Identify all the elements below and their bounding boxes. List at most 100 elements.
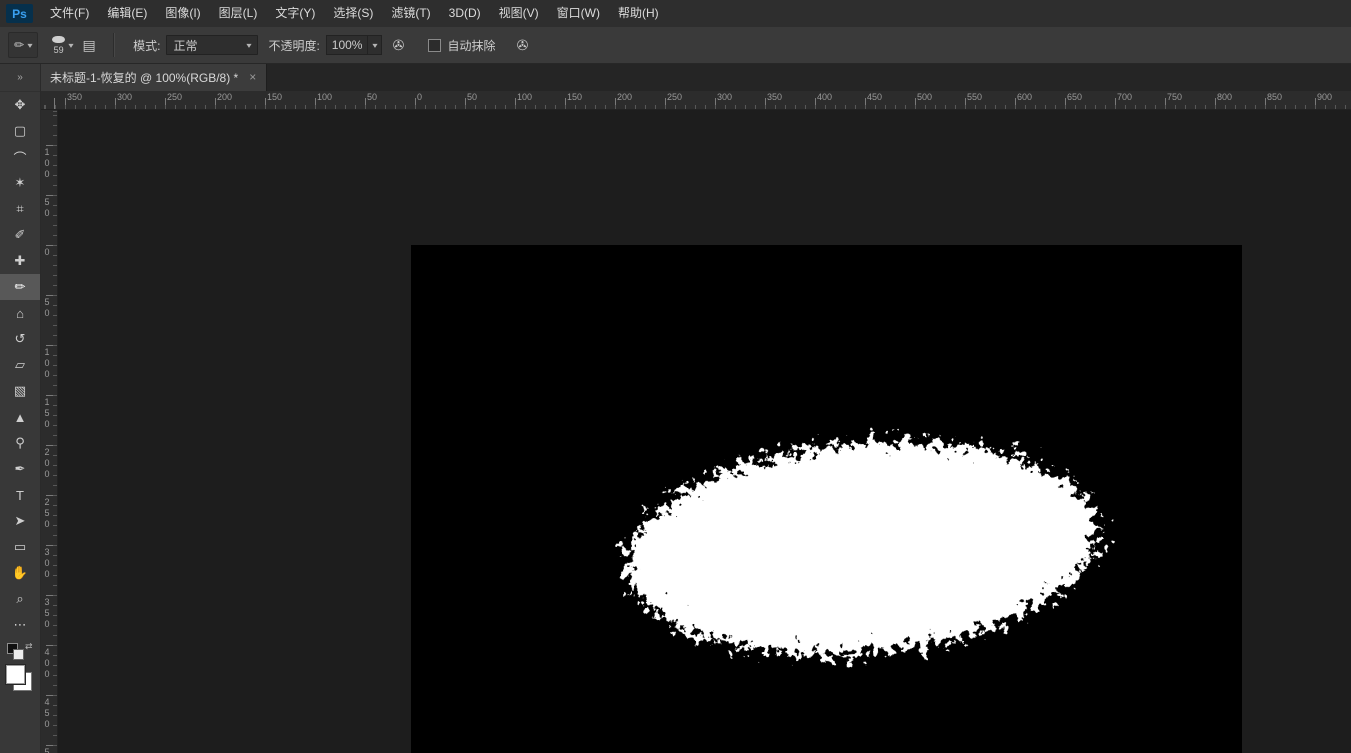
hruler-label: 250 <box>167 92 182 102</box>
menu-item[interactable]: 编辑(E) <box>98 0 156 27</box>
hruler-label: 250 <box>667 92 682 102</box>
path-selection-tool[interactable]: ➤ <box>0 508 40 534</box>
color-swatches <box>0 662 40 698</box>
swap-colors-icon[interactable]: ⇄ <box>25 641 33 652</box>
auto-erase-checkbox[interactable] <box>428 39 441 52</box>
vruler-label: 200 <box>42 447 51 480</box>
gradient-tool[interactable]: ▧ <box>0 378 40 404</box>
airbrush-button[interactable]: ✇ <box>510 33 536 57</box>
brush-preset-picker[interactable]: 59 ▾ <box>52 36 73 55</box>
marquee-tool[interactable]: ▢ <box>0 118 40 144</box>
menu-item[interactable]: 窗口(W) <box>548 0 609 27</box>
move-tool[interactable]: ✥ <box>0 92 40 118</box>
vruler-label: 250 <box>42 497 51 530</box>
blend-mode-value: 正常 <box>173 37 197 54</box>
healing-brush-tool[interactable]: ✚ <box>0 248 40 274</box>
hruler-label: 50 <box>367 92 377 102</box>
hruler-label: 0 <box>417 92 422 102</box>
auto-erase-label: 自动抹除 <box>447 37 495 54</box>
hruler-label: 200 <box>217 92 232 102</box>
menu-item[interactable]: 选择(S) <box>324 0 382 27</box>
blend-mode-select[interactable]: 正常 ▾ <box>166 35 258 55</box>
menu-item[interactable]: 视图(V) <box>490 0 548 27</box>
menu-item[interactable]: 3D(D) <box>440 0 490 27</box>
pressure-opacity-button[interactable]: ✇ <box>385 33 411 57</box>
chevron-down-icon: ▾ <box>27 41 32 50</box>
menu-item[interactable]: 文字(Y) <box>266 0 324 27</box>
vruler-label: 50 <box>42 297 51 319</box>
menu-item[interactable]: 滤镜(T) <box>382 0 439 27</box>
tools-panel: » ✥▢⌒✶⌗✐✚✏⌂↺▱▧▲⚲✒T➤▭✋⌕⋯ ⇄ <box>0 63 41 753</box>
eyedropper-tool[interactable]: ✐ <box>0 222 40 248</box>
hruler-label: 450 <box>867 92 882 102</box>
tool-preset-picker[interactable]: ✏ ▾ <box>8 32 38 58</box>
menu-item[interactable]: 文件(F) <box>41 0 98 27</box>
menu-items: 文件(F)编辑(E)图像(I)图层(L)文字(Y)选择(S)滤镜(T)3D(D)… <box>41 0 668 27</box>
edit-toolbar-button[interactable]: ⋯ <box>0 612 40 638</box>
pencil-tool-icon: ✏ <box>14 38 24 52</box>
vruler-label: 450 <box>42 697 51 730</box>
shape-tool[interactable]: ▭ <box>0 534 40 560</box>
brush-tip-icon <box>52 36 65 43</box>
separator <box>113 33 115 57</box>
vruler-label: 100 <box>42 347 51 380</box>
document-tab-bar: 未标题-1-恢复的 @ 100%(RGB/8) * × <box>40 63 1351 91</box>
menu-item[interactable]: 帮助(H) <box>609 0 668 27</box>
close-icon[interactable]: × <box>249 70 256 84</box>
tool-list: ✥▢⌒✶⌗✐✚✏⌂↺▱▧▲⚲✒T➤▭✋⌕⋯ <box>0 92 40 638</box>
hruler-label: 100 <box>517 92 532 102</box>
vruler-label: 300 <box>42 547 51 580</box>
vruler-label: 150 <box>42 397 51 430</box>
crop-tool[interactable]: ⌗ <box>0 196 40 222</box>
document-tab[interactable]: 未标题-1-恢复的 @ 100%(RGB/8) * × <box>40 63 267 91</box>
opacity-input[interactable]: 100% <box>326 35 369 55</box>
type-tool[interactable]: T <box>0 482 40 508</box>
document-canvas[interactable] <box>411 245 1242 753</box>
opacity-value: 100% <box>332 38 363 52</box>
eraser-tool[interactable]: ▱ <box>0 352 40 378</box>
canvas-viewport[interactable]: 10050050100150200250300350400450500 <box>40 109 1351 753</box>
hruler-label: 800 <box>1217 92 1232 102</box>
vertical-ruler[interactable]: 10050050100150200250300350400450500 <box>40 109 58 753</box>
menu-item[interactable]: 图像(I) <box>156 0 209 27</box>
chevron-down-icon: ▾ <box>372 41 377 50</box>
hruler-label: 550 <box>967 92 982 102</box>
pencil-tool[interactable]: ✏ <box>0 274 40 300</box>
blur-tool[interactable]: ▲ <box>0 404 40 430</box>
hand-tool[interactable]: ✋ <box>0 560 40 586</box>
canvas-artwork <box>411 245 1242 753</box>
collapse-panel-button[interactable]: » <box>0 63 40 92</box>
vruler-label: 0 <box>42 247 51 258</box>
photoshop-logo: Ps <box>6 4 33 23</box>
default-background-icon <box>13 649 24 660</box>
pen-tool[interactable]: ✒ <box>0 456 40 482</box>
clone-stamp-tool[interactable]: ⌂ <box>0 300 40 326</box>
tool-options-bar: ✏ ▾ 59 ▾ ▤ 模式: 正常 ▾ 不透明度: 100% ▾ ✇ 自动抹除 … <box>0 27 1351 64</box>
hruler-label: 50 <box>467 92 477 102</box>
hruler-label: 150 <box>567 92 582 102</box>
hruler-label: 600 <box>1017 92 1032 102</box>
hruler-label: 750 <box>1167 92 1182 102</box>
default-colors-widget[interactable]: ⇄ <box>0 640 40 662</box>
foreground-color-swatch[interactable] <box>6 665 25 684</box>
vruler-label: 100 <box>42 147 51 180</box>
brush-preview: 59 <box>52 36 65 55</box>
vruler-label: 350 <box>42 597 51 630</box>
opacity-dropdown-button[interactable]: ▾ <box>368 35 382 55</box>
toggle-brush-panel-button[interactable]: ▤ <box>76 33 102 57</box>
hruler-label: 850 <box>1267 92 1282 102</box>
horizontal-ruler[interactable]: 3503002502001501005005010015020025030035… <box>40 91 1351 110</box>
hruler-label: 900 <box>1317 92 1332 102</box>
hruler-label: 350 <box>67 92 82 102</box>
menu-item[interactable]: 图层(L) <box>210 0 267 27</box>
dodge-tool[interactable]: ⚲ <box>0 430 40 456</box>
zoom-tool[interactable]: ⌕ <box>0 586 40 612</box>
hruler-label: 650 <box>1067 92 1082 102</box>
history-brush-tool[interactable]: ↺ <box>0 326 40 352</box>
magic-wand-tool[interactable]: ✶ <box>0 170 40 196</box>
lasso-tool[interactable]: ⌒ <box>0 144 40 170</box>
document-tab-title: 未标题-1-恢复的 @ 100%(RGB/8) * <box>50 69 238 86</box>
hruler-label: 100 <box>317 92 332 102</box>
vruler-label: 500 <box>42 747 51 753</box>
brush-size-value: 59 <box>54 46 64 55</box>
